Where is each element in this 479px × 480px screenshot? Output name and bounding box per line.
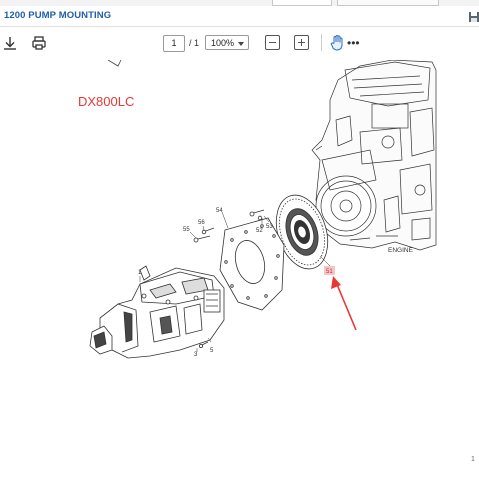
part-number-54: 54 [216, 208, 223, 214]
page-count: / 1 [189, 38, 200, 48]
hand-tool-icon[interactable] [330, 34, 345, 51]
page-marker: 1 [471, 456, 475, 463]
red-arrow-annotation [331, 276, 357, 331]
print-icon[interactable] [31, 35, 47, 51]
part-number-53: 53 [266, 224, 273, 230]
part-number-52: 52 [256, 228, 263, 234]
engine-label: ENGINE [388, 247, 414, 254]
minus-icon [269, 42, 276, 44]
more-options-icon[interactable]: ••• [347, 36, 360, 50]
part-number-56: 56 [198, 220, 205, 226]
part-number-55: 55 [183, 227, 190, 233]
part-number-3: 3 [194, 352, 198, 358]
zoom-value: 100% [211, 38, 235, 48]
zoom-select[interactable]: 100% [205, 35, 249, 50]
document-titlebar: 1200 PUMP MOUNTING [0, 6, 479, 27]
document-title: 1200 PUMP MOUNTING [4, 10, 112, 21]
zoom-in-button[interactable] [294, 35, 309, 50]
engine-illustration [311, 60, 437, 251]
chevron-down-icon [238, 42, 244, 46]
part-number-51: 51 [326, 269, 333, 275]
toolbar-separator [321, 34, 322, 51]
parts-drawing: ENGINE 1 3 5 51 52 53 54 55 56 [89, 60, 437, 359]
plus-icon-v [301, 39, 303, 46]
download-icon[interactable] [2, 35, 18, 51]
zoom-out-button[interactable] [265, 35, 280, 50]
drawing-fragment [107, 60, 122, 67]
save-icon[interactable] [468, 11, 479, 23]
page-number-input[interactable]: 1 [163, 35, 185, 52]
part-number-5: 5 [210, 348, 214, 354]
flange-plate [219, 217, 285, 311]
